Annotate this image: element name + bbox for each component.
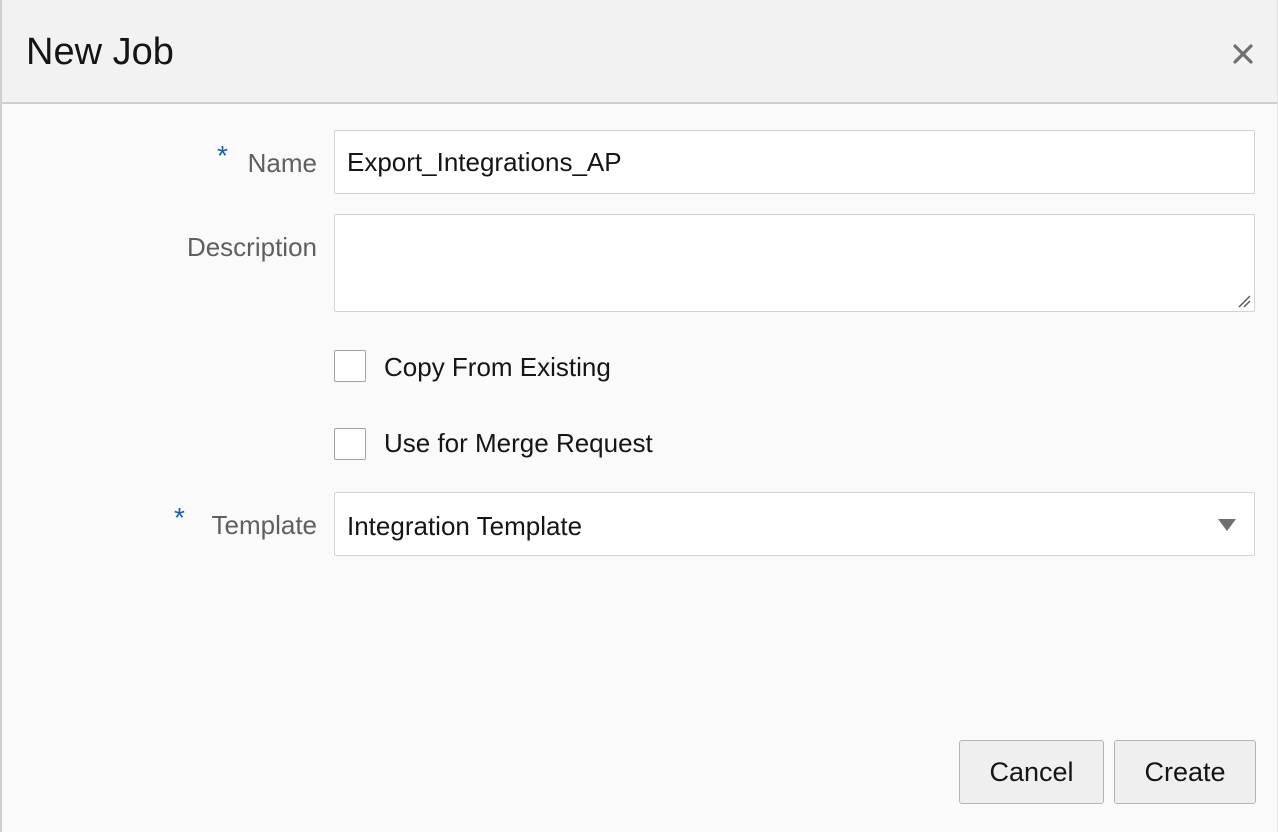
use-for-merge-request-checkbox[interactable] xyxy=(334,428,366,460)
use-for-merge-request-label[interactable]: Use for Merge Request xyxy=(384,428,653,459)
name-input[interactable] xyxy=(334,130,1255,194)
template-label: Template xyxy=(211,510,318,540)
close-icon[interactable] xyxy=(1229,40,1257,68)
name-label: Name xyxy=(247,148,317,178)
dialog-header: New Job xyxy=(2,0,1277,104)
copy-from-existing-label[interactable]: Copy From Existing xyxy=(384,352,611,383)
name-required-marker: * xyxy=(217,140,228,171)
new-job-dialog: New Job * Name Description Copy From Exi… xyxy=(0,0,1278,832)
copy-from-existing-checkbox[interactable] xyxy=(334,350,366,382)
cancel-button[interactable]: Cancel xyxy=(959,740,1104,804)
description-label: Description xyxy=(186,232,317,262)
template-select[interactable]: Integration Template xyxy=(334,492,1255,556)
template-required-marker: * xyxy=(174,502,185,533)
dialog-title: New Job xyxy=(26,31,174,73)
description-wrapper xyxy=(334,214,1255,312)
create-button[interactable]: Create xyxy=(1114,740,1256,804)
resize-grip-icon[interactable] xyxy=(1237,294,1251,308)
description-field[interactable] xyxy=(334,214,1255,312)
template-selected-value: Integration Template xyxy=(347,511,583,541)
chevron-down-icon[interactable] xyxy=(1218,519,1236,531)
